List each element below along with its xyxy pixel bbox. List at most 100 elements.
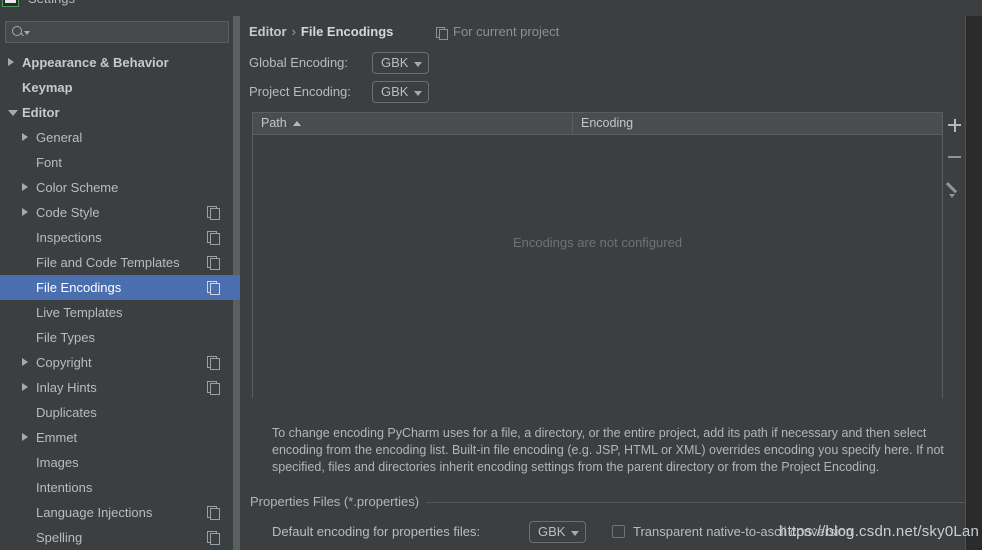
project-scope-icon — [207, 231, 220, 245]
sidebar-item-label: Inspections — [36, 230, 102, 245]
watermark: https://blog.csdn.net/sky0Lan — [778, 523, 979, 540]
encodings-table[interactable]: Path Encoding Encodings are not configur… — [252, 112, 943, 398]
chevron-right-icon[interactable] — [22, 133, 28, 141]
search-icon — [12, 26, 22, 36]
chevron-right-icon[interactable] — [22, 208, 28, 216]
sidebar-item-label: Code Style — [36, 205, 100, 220]
add-encoding-button[interactable] — [943, 112, 965, 138]
sidebar-item-label: Duplicates — [36, 405, 97, 420]
sort-ascending-icon — [292, 121, 301, 127]
pycharm-icon — [2, 0, 19, 7]
settings-sidebar: Appearance & Behavior Keymap Editor General… — [0, 16, 233, 550]
project-scope-icon — [207, 256, 220, 270]
sidebar-item-font[interactable]: Font — [0, 150, 233, 175]
sidebar-item-language-injections[interactable]: Language Injections — [0, 500, 233, 525]
column-header-encoding[interactable]: Encoding — [573, 113, 943, 134]
window-title: Settings — [28, 0, 75, 6]
edit-encoding-button — [943, 176, 965, 202]
breadcrumb-parent[interactable]: Editor — [249, 24, 287, 39]
chevron-down-icon[interactable] — [8, 110, 18, 116]
sidebar-item-label: File Encodings — [36, 280, 122, 295]
breadcrumb-separator: › — [291, 24, 296, 39]
sidebar-item-label: Keymap — [22, 80, 73, 95]
sidebar-item-label: Color Scheme — [36, 180, 119, 195]
default-properties-encoding-combo[interactable]: GBK — [529, 521, 587, 543]
sidebar-item-label: Emmet — [36, 430, 78, 445]
project-encoding-combo[interactable]: GBK — [372, 81, 430, 103]
search-container — [5, 21, 229, 43]
search-input[interactable] — [32, 22, 222, 42]
sidebar-item-editor[interactable]: Editor — [0, 100, 233, 125]
chevron-right-icon[interactable] — [8, 58, 14, 66]
sidebar-item-code-style[interactable]: Code Style — [0, 200, 233, 225]
global-encoding-value: GBK — [381, 55, 409, 70]
sidebar-item-label: Copyright — [36, 355, 92, 370]
sidebar-item-file-encodings[interactable]: File Encodings — [0, 275, 233, 300]
sidebar-item-inlay-hints[interactable]: Inlay Hints — [0, 375, 233, 400]
sidebar-item-inspections[interactable]: Inspections — [0, 225, 233, 250]
encodings-table-body[interactable]: Encodings are not configured — [253, 135, 942, 398]
sidebar-item-label: Language Injections — [36, 505, 153, 520]
sidebar-item-intentions[interactable]: Intentions — [0, 475, 233, 500]
sidebar-item-label: Inlay Hints — [36, 380, 97, 395]
settings-content-panel: Editor › File Encodings For current projec… — [240, 16, 965, 550]
encodings-table-header: Path Encoding — [253, 113, 942, 135]
project-scope-icon — [207, 206, 220, 220]
search-box[interactable] — [5, 21, 229, 43]
sidebar-item-label: Live Templates — [36, 305, 123, 320]
project-scope-icon — [207, 506, 220, 520]
global-encoding-label: Global Encoding: — [249, 55, 349, 70]
sidebar-item-live-templates[interactable]: Live Templates — [0, 300, 233, 325]
sidebar-item-label: Spelling — [36, 530, 83, 545]
global-encoding-row: Global Encoding: GBK — [249, 52, 549, 74]
project-scope-icon — [207, 281, 220, 295]
project-scope-icon — [207, 356, 220, 370]
settings-tree[interactable]: Appearance & Behavior Keymap Editor General… — [0, 50, 233, 550]
module-scope-icon — [436, 27, 448, 40]
sidebar-item-keymap[interactable]: Keymap — [0, 75, 233, 100]
column-header-encoding-label: Encoding — [581, 116, 634, 130]
sidebar-item-emmet[interactable]: Emmet — [0, 425, 233, 450]
sidebar-item-copyright[interactable]: Copyright — [0, 350, 233, 375]
title-bar: Settings ^ — [0, 0, 982, 16]
transparent-conversion-checkbox[interactable] — [612, 525, 625, 538]
chevron-right-icon[interactable] — [22, 383, 28, 391]
chevron-right-icon[interactable] — [22, 183, 28, 191]
sidebar-item-file-types[interactable]: File Types — [0, 325, 233, 350]
right-edge-line — [965, 16, 966, 550]
sidebar-item-duplicates[interactable]: Duplicates — [0, 400, 233, 425]
column-header-path-label: Path — [261, 116, 287, 130]
settings-dialog: Settings ^ Appearance & Behavior Keymap Ed… — [0, 0, 982, 550]
sidebar-item-images[interactable]: Images — [0, 450, 233, 475]
sidebar-item-label: File and Code Templates — [36, 255, 180, 270]
sidebar-item-label: File Types — [36, 330, 96, 345]
column-header-path[interactable]: Path — [253, 113, 573, 134]
chevron-up-icon[interactable]: ^ — [949, 0, 956, 8]
chevron-right-icon[interactable] — [22, 433, 28, 441]
remove-encoding-button — [943, 144, 965, 170]
project-encoding-value: GBK — [381, 84, 409, 99]
chevron-down-icon[interactable] — [24, 31, 30, 35]
sidebar-item-label: Editor — [22, 105, 60, 120]
chevron-down-icon — [414, 91, 423, 96]
sidebar-item-label: Appearance & Behavior — [22, 55, 169, 70]
sidebar-item-label: Intentions — [36, 480, 93, 495]
sidebar-item-file-and-code-templates[interactable]: File and Code Templates — [0, 250, 233, 275]
sidebar-item-label: Font — [36, 155, 63, 170]
sidebar-item-color-scheme[interactable]: Color Scheme — [0, 175, 233, 200]
chevron-right-icon[interactable] — [22, 358, 28, 366]
empty-state-message: Encodings are not configured — [512, 235, 683, 250]
scope-note: For current project — [436, 24, 559, 40]
sidebar-item-appearance-behavior[interactable]: Appearance & Behavior — [0, 50, 233, 75]
breadcrumb-current: File Encodings — [300, 24, 394, 39]
sidebar-item-spelling[interactable]: Spelling — [0, 525, 233, 550]
properties-group-title: Properties Files (*.properties) — [250, 494, 427, 509]
chevron-down-icon — [414, 62, 423, 67]
sidebar-selection-marker — [233, 275, 240, 300]
breadcrumb: Editor › File Encodings — [249, 24, 393, 39]
sidebar-item-label: General — [36, 130, 83, 145]
sidebar-item-general[interactable]: General — [0, 125, 233, 150]
default-properties-encoding-label: Default encoding for properties files: — [272, 524, 481, 539]
global-encoding-combo[interactable]: GBK — [372, 52, 430, 74]
chevron-down-icon — [571, 531, 580, 536]
